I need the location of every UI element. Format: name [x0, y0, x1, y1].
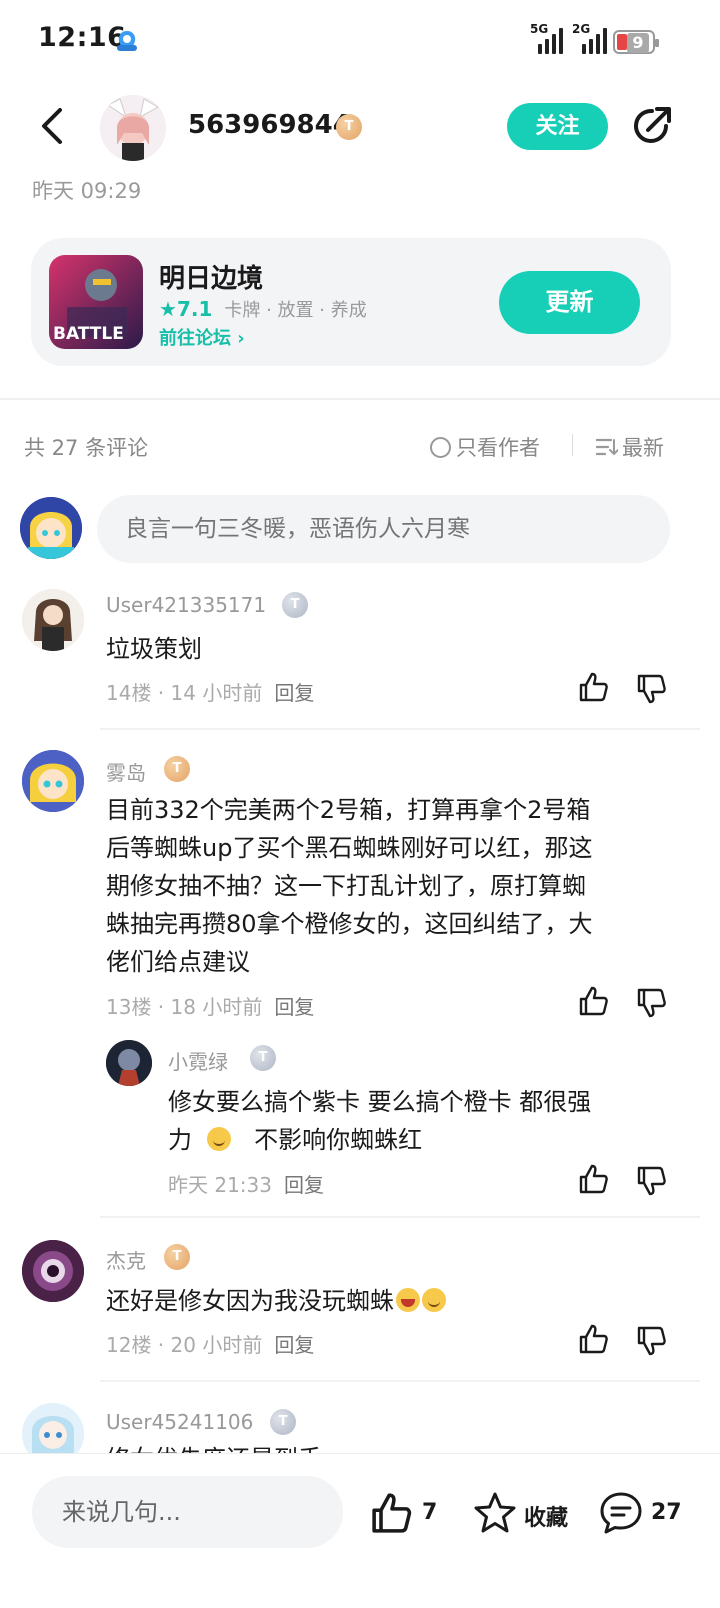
comment-divider	[100, 1216, 700, 1218]
favorite-label[interactable]: 收藏	[524, 1500, 568, 1532]
commenter-name[interactable]: 杰克	[106, 1245, 146, 1274]
user-level-badge-icon: T	[282, 592, 308, 618]
thumbs-down-icon[interactable]	[636, 1165, 668, 1197]
section-divider	[0, 398, 720, 400]
update-button[interactable]: 更新	[499, 271, 640, 334]
commenter-avatar[interactable]	[22, 589, 84, 651]
separator	[572, 434, 573, 456]
reply-button[interactable]: 回复	[274, 995, 314, 1019]
user-level-badge-icon: T	[250, 1045, 276, 1071]
svg-text:BATTLE: BATTLE	[53, 324, 124, 344]
reply-button[interactable]: 回复	[274, 681, 314, 705]
favorite-star-icon[interactable]	[472, 1490, 518, 1536]
comment-count: 共 27 条评论	[24, 436, 149, 460]
sort-list-icon	[595, 438, 619, 456]
thumbs-up-icon[interactable]	[578, 985, 610, 1017]
commenter-name[interactable]: 雾岛	[106, 757, 146, 786]
reply-meta: 昨天 21:33 回复	[168, 1173, 324, 1197]
follow-button[interactable]: 关注	[507, 103, 608, 150]
post-detail-page: 12:16 5G 2G 9 563969844 T 关注 昨天 09:29 BA…	[0, 0, 720, 1608]
radio-circle-icon	[430, 437, 451, 458]
status-bar: 12:16 5G 2G 9	[0, 0, 720, 80]
my-avatar	[20, 497, 82, 559]
comment-input[interactable]	[97, 495, 670, 563]
bottom-action-bar: 来说几句... 7 收藏 27	[0, 1453, 720, 1608]
comment-meta: 13楼 · 18 小时前 回复	[106, 995, 315, 1019]
user-level-badge-icon: T	[164, 756, 190, 782]
comment-bubble-icon[interactable]	[598, 1490, 644, 1536]
smile-emoji-icon	[422, 1288, 446, 1312]
app-notification-icon	[117, 31, 137, 51]
reply-user-name[interactable]: 小霓绿	[168, 1046, 228, 1075]
commenter-name[interactable]: User45241106	[106, 1410, 253, 1434]
user-level-badge-icon: T	[164, 1244, 190, 1270]
post-time: 昨天 09:29	[32, 179, 142, 203]
comment-divider	[100, 728, 700, 730]
reply-button[interactable]: 回复	[284, 1173, 324, 1197]
sort-selector[interactable]: 最新	[595, 432, 664, 462]
signal-5g-icon: 5G	[522, 22, 564, 54]
comment-meta: 14楼 · 14 小时前 回复	[106, 681, 315, 705]
battery-icon: 9	[613, 30, 659, 54]
grin-emoji-icon	[396, 1288, 420, 1312]
chevron-right-icon: ›	[237, 328, 245, 349]
thumbs-up-icon[interactable]	[578, 1323, 610, 1355]
smile-emoji-icon	[207, 1127, 232, 1151]
commenter-avatar[interactable]	[22, 750, 84, 812]
author-name[interactable]: 563969844	[188, 110, 351, 140]
comment-text: 目前332个完美两个2号箱，打算再拿个2号箱 后等蜘蛛up了买个黑石蜘蛛刚好可以…	[106, 796, 593, 976]
comment-text: 还好是修女因为我没玩蜘蛛	[106, 1282, 446, 1320]
game-icon[interactable]: BATTLE	[49, 255, 143, 349]
author-avatar[interactable]	[100, 95, 166, 161]
thumbs-up-icon[interactable]	[578, 671, 610, 703]
game-tags: 卡牌 · 放置 · 养成	[224, 300, 367, 321]
forum-link[interactable]: 前往论坛 ›	[159, 324, 245, 350]
comment-divider	[100, 1380, 700, 1382]
game-card[interactable]: BATTLE 明日边境 ★7.1 卡牌 · 放置 · 养成 前往论坛 › 更新	[31, 238, 671, 366]
comment-count-bottom: 27	[651, 1500, 682, 1525]
user-level-badge-icon: T	[270, 1409, 296, 1435]
thumbs-down-icon[interactable]	[636, 1325, 668, 1357]
game-meta: ★7.1 卡牌 · 放置 · 养成	[159, 296, 367, 322]
back-arrow-icon[interactable]	[38, 106, 68, 146]
commenter-avatar[interactable]	[22, 1240, 84, 1302]
comment-text: 垃圾策划	[106, 635, 202, 663]
like-count: 7	[422, 1500, 438, 1525]
comment-meta: 12楼 · 20 小时前 回复	[106, 1333, 315, 1357]
reply-avatar[interactable]	[106, 1040, 152, 1086]
reply-text: 修女要么搞个紫卡 要么搞个橙卡 都很强 力 不影响你蜘蛛红	[168, 1088, 592, 1154]
game-name[interactable]: 明日边境	[159, 258, 263, 295]
user-level-badge-icon: T	[336, 114, 362, 140]
game-score: ★7.1	[159, 297, 213, 321]
like-icon[interactable]	[370, 1491, 414, 1535]
commenter-name[interactable]: User421335171	[106, 593, 266, 617]
only-author-toggle[interactable]: 只看作者	[430, 432, 540, 462]
share-icon[interactable]	[630, 104, 674, 148]
thumbs-up-icon[interactable]	[578, 1163, 610, 1195]
say-something-input[interactable]: 来说几句...	[32, 1476, 343, 1548]
thumbs-down-icon[interactable]	[636, 673, 668, 705]
thumbs-down-icon[interactable]	[636, 987, 668, 1019]
reply-button[interactable]: 回复	[274, 1333, 314, 1357]
signal-2g-icon: 2G	[570, 22, 612, 54]
